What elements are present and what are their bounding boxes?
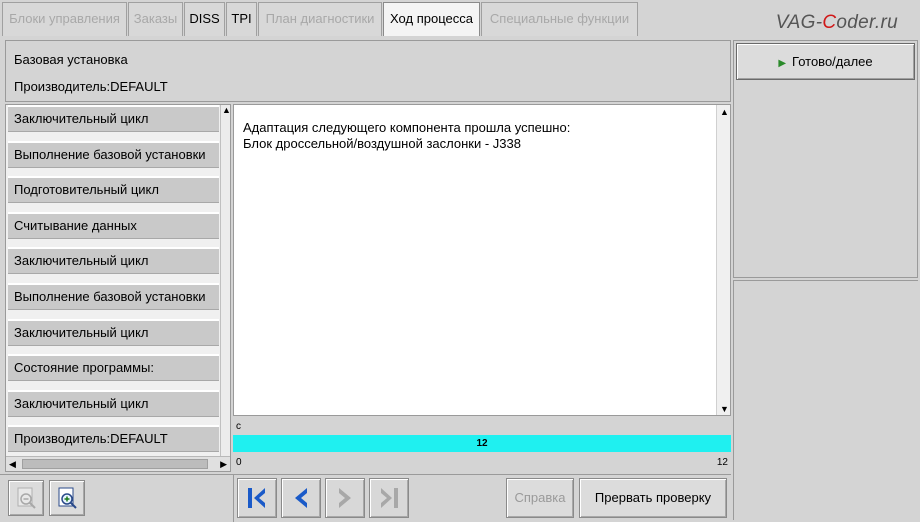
bottom-left-toolbar bbox=[0, 474, 233, 522]
skip-to-first-icon bbox=[248, 488, 265, 508]
progress-value: 12 bbox=[476, 438, 488, 449]
zoom-in-icon bbox=[58, 487, 77, 509]
progress-bar: 12 bbox=[233, 435, 731, 452]
scroll-right-arrow-icon[interactable]: ▶ bbox=[220, 457, 227, 471]
list-item[interactable]: Выполнение базовой установки bbox=[8, 141, 219, 168]
progress-min: 0 bbox=[236, 457, 242, 468]
zoom-in-button[interactable] bbox=[49, 480, 85, 516]
list-vertical-scrollbar[interactable]: ▲ bbox=[220, 105, 230, 457]
back-button[interactable] bbox=[281, 478, 321, 518]
forward-icon bbox=[339, 488, 351, 508]
procedure-title: Базовая установка bbox=[14, 52, 128, 67]
progress-max: 12 bbox=[716, 457, 728, 468]
list-item[interactable]: Состояние программы: bbox=[8, 354, 219, 381]
message-line-1: Адаптация следующего компонента прошла у… bbox=[243, 120, 571, 135]
ready-next-label: Готово/далее bbox=[792, 54, 873, 69]
tab-orders[interactable]: Заказы bbox=[128, 2, 183, 36]
list-item[interactable]: Выполнение базовой установки bbox=[8, 283, 219, 310]
message-panel: Адаптация следующего компонента прошла у… bbox=[233, 104, 731, 416]
steps-list: Заключительный цикл Выполнение базовой у… bbox=[5, 104, 231, 472]
skip-to-last-button[interactable] bbox=[369, 478, 409, 518]
list-item[interactable]: Считывание данных bbox=[8, 212, 219, 239]
skip-to-last-icon bbox=[381, 488, 398, 508]
scroll-up-arrow-icon[interactable]: ▲ bbox=[720, 105, 729, 119]
help-button[interactable]: Справка bbox=[506, 478, 574, 518]
tab-diss[interactable]: DISS bbox=[184, 2, 225, 36]
message-line-2: Блок дроссельной/воздушной заслонки - J3… bbox=[243, 136, 521, 151]
skip-to-first-button[interactable] bbox=[237, 478, 277, 518]
back-icon bbox=[295, 488, 307, 508]
tab-process-progress[interactable]: Ход процесса bbox=[383, 2, 480, 36]
message-text: Адаптация следующего компонента прошла у… bbox=[243, 120, 570, 152]
list-item[interactable]: Заключительный цикл bbox=[8, 247, 219, 274]
header-box: Базовая установка Производитель:DEFAULT bbox=[5, 40, 731, 102]
abort-test-button[interactable]: Прервать проверку bbox=[579, 478, 727, 518]
scroll-thumb[interactable] bbox=[22, 459, 208, 469]
bottom-navigation-toolbar: Справка Прервать проверку bbox=[233, 474, 731, 522]
tab-special-functions[interactable]: Специальные функции bbox=[481, 2, 638, 36]
message-vertical-scrollbar[interactable]: ▲ ▼ bbox=[716, 105, 730, 415]
scroll-left-arrow-icon[interactable]: ◀ bbox=[9, 457, 16, 471]
list-item[interactable]: Производитель:DEFAULT bbox=[8, 425, 219, 452]
zoom-out-button[interactable] bbox=[8, 480, 44, 516]
list-item[interactable]: Подготовительный цикл bbox=[8, 176, 219, 203]
progress-unit: c bbox=[236, 421, 241, 432]
list-item[interactable]: Заключительный цикл bbox=[8, 319, 219, 346]
tab-control-units[interactable]: Блоки управления bbox=[2, 2, 127, 36]
list-horizontal-scrollbar[interactable]: ◀ ▶ bbox=[6, 456, 230, 471]
scroll-down-arrow-icon[interactable]: ▼ bbox=[720, 402, 729, 416]
progress-area: c 12 0 12 bbox=[233, 418, 731, 472]
manufacturer-label: Производитель:DEFAULT bbox=[14, 79, 168, 94]
tab-tpi[interactable]: TPI bbox=[226, 2, 257, 36]
scroll-up-arrow-icon[interactable]: ▲ bbox=[222, 105, 230, 117]
list-item[interactable]: Заключительный цикл bbox=[8, 105, 219, 132]
tab-bar: Блоки управления Заказы DISS TPI План ди… bbox=[0, 0, 920, 38]
tab-diagnostic-plan[interactable]: План диагностики bbox=[258, 2, 382, 36]
play-icon: ▶ bbox=[778, 58, 787, 69]
list-item[interactable]: Заключительный цикл bbox=[8, 390, 219, 417]
watermark-logo: VAG-Coder.ru bbox=[775, 12, 898, 33]
zoom-out-icon bbox=[17, 487, 36, 509]
ready-next-button[interactable]: ▶ Готово/далее bbox=[736, 43, 915, 80]
right-lower-panel bbox=[733, 280, 918, 520]
forward-button[interactable] bbox=[325, 478, 365, 518]
